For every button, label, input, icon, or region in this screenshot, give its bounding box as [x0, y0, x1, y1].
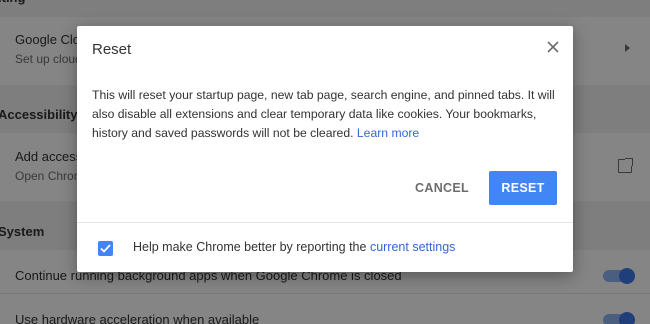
- report-settings-text: Help make Chrome better by reporting the: [133, 240, 367, 254]
- report-settings-checkbox[interactable]: [98, 241, 113, 256]
- dialog-body-text: This will reset your startup page, new t…: [92, 88, 555, 140]
- reset-button[interactable]: RESET: [489, 171, 557, 205]
- cancel-button[interactable]: CANCEL: [407, 171, 477, 205]
- checkmark-icon: [100, 244, 111, 253]
- dialog-body: This will reset your startup page, new t…: [92, 86, 557, 143]
- reset-dialog: Reset This will reset your startup page,…: [77, 26, 573, 272]
- dialog-footer-divider: [77, 222, 573, 223]
- report-settings-label: Help make Chrome better by reporting the…: [133, 240, 455, 254]
- dialog-title: Reset: [92, 41, 132, 58]
- close-icon[interactable]: [545, 39, 561, 55]
- learn-more-link[interactable]: Learn more: [357, 126, 419, 140]
- current-settings-link[interactable]: current settings: [370, 240, 455, 254]
